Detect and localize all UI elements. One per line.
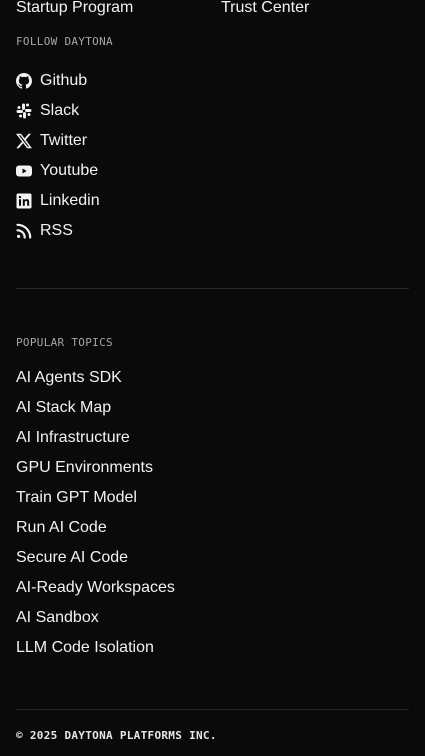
linkedin-link[interactable]: Linkedin (16, 186, 100, 216)
github-link[interactable]: Github (16, 66, 100, 96)
topic-link[interactable]: LLM Code Isolation (16, 633, 175, 663)
topic-link[interactable]: Secure AI Code (16, 543, 175, 573)
topic-link[interactable]: AI Agents SDK (16, 363, 175, 393)
follow-section-label: FOLLOW DAYTONA (16, 35, 113, 48)
startup-program-link[interactable]: Startup Program (16, 0, 133, 19)
linkedin-label: Linkedin (40, 192, 100, 209)
linkedin-icon (16, 193, 32, 209)
topic-link[interactable]: AI Stack Map (16, 393, 175, 423)
topic-link[interactable]: AI Sandbox (16, 603, 175, 633)
section-divider (16, 288, 409, 289)
youtube-icon (16, 163, 32, 179)
slack-link[interactable]: Slack (16, 96, 100, 126)
topic-link[interactable]: AI-Ready Workspaces (16, 573, 175, 603)
popular-topics-list: AI Agents SDK AI Stack Map AI Infrastruc… (16, 363, 175, 663)
social-links-list: Github Slack Twitter Youtube Linkedin RS… (16, 66, 100, 246)
topic-link[interactable]: GPU Environments (16, 453, 175, 483)
footer-top-links: Startup Program Trust Center (16, 0, 409, 19)
rss-label: RSS (40, 222, 73, 239)
x-twitter-icon (16, 133, 32, 149)
popular-topics-label: POPULAR TOPICS (16, 336, 113, 349)
slack-icon (16, 103, 32, 119)
twitter-label: Twitter (40, 132, 88, 149)
copyright-text: © 2025 DAYTONA PLATFORMS INC. (16, 729, 217, 742)
rss-link[interactable]: RSS (16, 216, 100, 246)
youtube-link[interactable]: Youtube (16, 156, 100, 186)
footer-divider (16, 709, 409, 710)
topic-link[interactable]: Train GPT Model (16, 483, 175, 513)
github-label: Github (40, 72, 88, 89)
youtube-label: Youtube (40, 162, 99, 179)
topic-link[interactable]: AI Infrastructure (16, 423, 175, 453)
trust-center-link[interactable]: Trust Center (221, 0, 309, 19)
twitter-link[interactable]: Twitter (16, 126, 100, 156)
topic-link[interactable]: Run AI Code (16, 513, 175, 543)
rss-icon (16, 223, 32, 239)
github-icon (16, 73, 32, 89)
slack-label: Slack (40, 102, 80, 119)
